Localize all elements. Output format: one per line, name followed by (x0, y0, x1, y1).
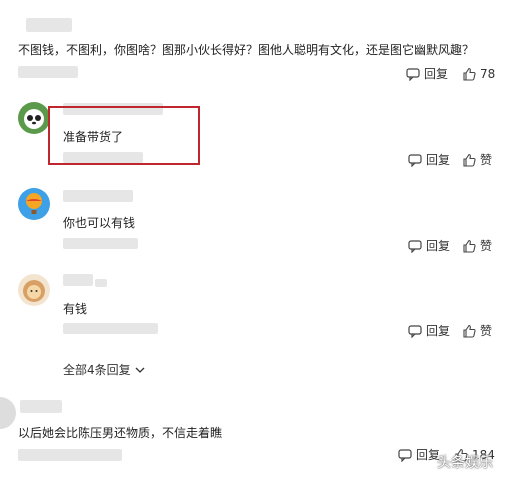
like-button[interactable]: 78 (462, 67, 495, 81)
thumbs-up-icon (463, 153, 476, 167)
thumbs-up-icon (463, 239, 476, 253)
avatar[interactable] (0, 397, 16, 429)
username-blurred (63, 190, 133, 202)
expand-replies-link[interactable]: 全部4条回复 (63, 361, 146, 378)
reply-button[interactable]: 回复 (408, 322, 450, 339)
comment-icon (406, 67, 420, 81)
reply-button[interactable]: 回复 (398, 446, 440, 463)
reply-text: 有钱 (63, 302, 88, 316)
like-label: 赞 (480, 239, 493, 253)
thumbs-up-icon (463, 67, 476, 81)
reply-label: 回复 (426, 239, 451, 253)
like-label: 赞 (480, 324, 493, 338)
reply-actions: 回复 赞 (408, 322, 492, 339)
reply-button[interactable]: 回复 (408, 237, 450, 254)
reply-actions: 回复 赞 (408, 237, 492, 254)
avatar[interactable] (18, 188, 50, 220)
username-blurred (95, 279, 107, 287)
timestamp-blurred (18, 66, 78, 78)
comment-actions: 回复 78 (406, 65, 495, 82)
timestamp-blurred (63, 323, 158, 334)
timestamp-blurred (63, 238, 138, 249)
avatar[interactable] (18, 274, 50, 306)
like-button[interactable]: 赞 (462, 322, 492, 339)
like-button[interactable]: 赞 (462, 237, 492, 254)
comment-icon (408, 239, 422, 253)
lion-avatar-icon (23, 280, 45, 302)
avatar[interactable] (18, 102, 50, 134)
username-blurred (20, 400, 62, 413)
panda-avatar-icon (24, 109, 44, 129)
comment-icon (408, 324, 422, 338)
reply-label: 回复 (424, 67, 449, 81)
watermark-text: 头条娱乐 (437, 455, 493, 471)
username-blurred (63, 274, 93, 286)
hot-air-balloon-avatar-icon (26, 193, 42, 214)
username-blurred (26, 18, 72, 32)
comment-text: 以后她会比陈压男还物质，不信走着瞧 (18, 426, 223, 440)
reply-text: 你也可以有钱 (63, 216, 136, 230)
like-count: 78 (480, 66, 496, 81)
like-label: 赞 (480, 153, 493, 167)
watermark: 头条娱乐 (437, 452, 493, 472)
comment-text: 不图钱，不图利，你图啥？图那小伙长得好？图他人聪明有文化，还是图它幽默风趣？ (18, 43, 475, 57)
like-button[interactable]: 赞 (462, 151, 492, 168)
comment-icon (398, 448, 412, 462)
chevron-down-icon (135, 367, 145, 373)
expand-label: 全部4条回复 (63, 363, 131, 377)
reply-button[interactable]: 回复 (408, 151, 450, 168)
timestamp-blurred (18, 449, 122, 461)
reply-label: 回复 (426, 324, 451, 338)
highlight-box (48, 106, 200, 165)
reply-label: 回复 (426, 153, 451, 167)
thumbs-up-icon (463, 324, 476, 338)
reply-button[interactable]: 回复 (406, 65, 448, 82)
reply-actions: 回复 赞 (408, 151, 492, 168)
comment-icon (408, 153, 422, 167)
